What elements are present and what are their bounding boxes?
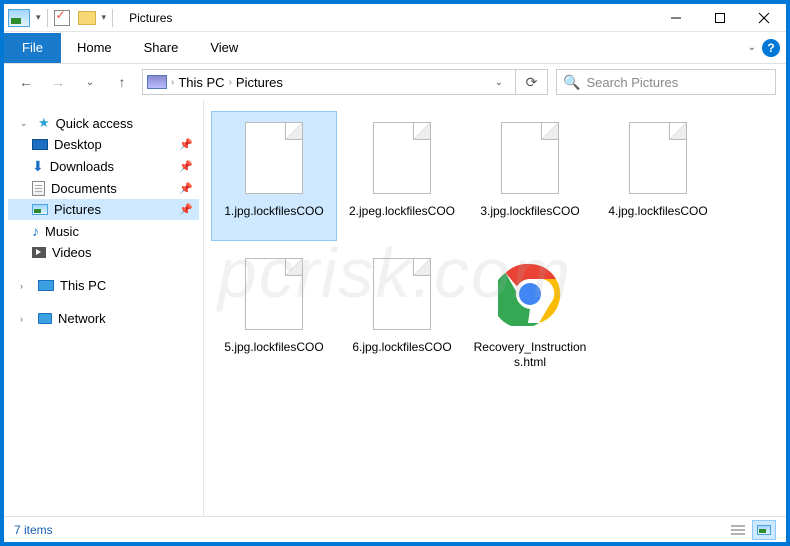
sidebar-item-desktop[interactable]: Desktop📌 bbox=[8, 134, 199, 155]
pin-icon: 📌 bbox=[179, 160, 193, 173]
music-icon: ♪ bbox=[32, 223, 39, 239]
file-item[interactable]: 4.jpg.lockfilesCOO bbox=[596, 112, 720, 240]
sidebar-this-pc[interactable]: › This PC bbox=[8, 275, 199, 296]
crumb-pictures[interactable]: Pictures bbox=[236, 75, 283, 90]
minimize-button[interactable] bbox=[654, 4, 698, 32]
tab-home[interactable]: Home bbox=[61, 32, 128, 64]
blank-file-icon bbox=[623, 118, 693, 198]
chevron-right-icon[interactable]: › bbox=[229, 77, 232, 88]
pin-icon: 📌 bbox=[179, 138, 193, 151]
blank-file-icon bbox=[239, 118, 309, 198]
window-title: Pictures bbox=[129, 11, 172, 25]
search-input[interactable]: 🔍 Search Pictures bbox=[556, 69, 776, 95]
view-details-button[interactable] bbox=[726, 520, 750, 540]
chrome-icon bbox=[495, 254, 565, 334]
qat-dropdown-icon[interactable]: ▾ bbox=[36, 12, 41, 23]
file-name: 5.jpg.lockfilesCOO bbox=[224, 340, 323, 370]
title-bar: ▾ ▾ Pictures bbox=[4, 4, 786, 32]
file-item[interactable]: 3.jpg.lockfilesCOO bbox=[468, 112, 592, 240]
sidebar-item-videos[interactable]: Videos bbox=[8, 242, 199, 263]
search-placeholder: Search Pictures bbox=[586, 75, 678, 90]
network-icon bbox=[38, 313, 52, 324]
maximize-button[interactable] bbox=[698, 4, 742, 32]
tab-view[interactable]: View bbox=[194, 32, 254, 64]
address-bar: ← → ⌄ ↑ › This PC › Pictures ⌄ ⟳ 🔍 Searc… bbox=[4, 64, 786, 100]
expand-icon[interactable]: › bbox=[20, 281, 30, 291]
file-item[interactable]: 6.jpg.lockfilesCOO bbox=[340, 248, 464, 376]
file-item[interactable]: 5.jpg.lockfilesCOO bbox=[212, 248, 336, 376]
view-large-icons-button[interactable] bbox=[752, 520, 776, 540]
file-item[interactable]: 2.jpeg.lockfilesCOO bbox=[340, 112, 464, 240]
file-tab[interactable]: File bbox=[4, 33, 61, 63]
nav-recent-dropdown[interactable]: ⌄ bbox=[78, 70, 102, 94]
nav-back-button[interactable]: ← bbox=[14, 70, 38, 94]
pin-icon: 📌 bbox=[179, 203, 193, 216]
sidebar-item-documents[interactable]: Documents📌 bbox=[8, 178, 199, 199]
star-icon: ★ bbox=[38, 115, 50, 131]
qat-overflow-icon[interactable]: ▾ bbox=[102, 12, 107, 23]
chevron-right-icon[interactable]: › bbox=[171, 77, 174, 88]
sidebar-item-downloads[interactable]: ⬇ Downloads📌 bbox=[8, 155, 199, 178]
crumb-this-pc[interactable]: This PC bbox=[178, 75, 224, 90]
ribbon-collapse-icon[interactable]: ⌄ bbox=[748, 42, 756, 53]
sidebar-quick-access[interactable]: ⌄ ★ Quick access bbox=[8, 112, 199, 134]
pc-icon bbox=[38, 280, 54, 291]
download-icon: ⬇ bbox=[32, 158, 44, 175]
tab-share[interactable]: Share bbox=[128, 32, 195, 64]
status-bar: 7 items bbox=[4, 516, 786, 542]
item-count: 7 items bbox=[14, 523, 53, 537]
blank-file-icon bbox=[367, 118, 437, 198]
document-icon bbox=[32, 181, 45, 196]
file-pane[interactable]: 1.jpg.lockfilesCOO 2.jpeg.lockfilesCOO 3.j… bbox=[204, 100, 786, 516]
sidebar-network[interactable]: › Network bbox=[8, 308, 199, 329]
expand-icon[interactable]: ⌄ bbox=[20, 118, 30, 129]
navigation-pane: ⌄ ★ Quick access Desktop📌 ⬇ Downloads📌 D… bbox=[4, 100, 204, 516]
blank-file-icon bbox=[239, 254, 309, 334]
file-name: 1.jpg.lockfilesCOO bbox=[224, 204, 323, 234]
breadcrumb[interactable]: › This PC › Pictures ⌄ bbox=[142, 69, 516, 95]
file-item[interactable]: 1.jpg.lockfilesCOO bbox=[212, 112, 336, 240]
blank-file-icon bbox=[495, 118, 565, 198]
search-icon: 🔍 bbox=[563, 74, 580, 91]
blank-file-icon bbox=[367, 254, 437, 334]
pictures-icon bbox=[32, 204, 48, 215]
sidebar-item-music[interactable]: ♪ Music bbox=[8, 220, 199, 242]
refresh-button[interactable]: ⟳ bbox=[516, 69, 548, 95]
file-name: 4.jpg.lockfilesCOO bbox=[608, 204, 707, 234]
file-name: 2.jpeg.lockfilesCOO bbox=[349, 204, 455, 234]
pin-icon: 📌 bbox=[179, 182, 193, 195]
location-icon bbox=[147, 75, 167, 89]
desktop-icon bbox=[32, 139, 48, 150]
breadcrumb-dropdown-icon[interactable]: ⌄ bbox=[487, 77, 511, 88]
sidebar-item-pictures[interactable]: Pictures📌 bbox=[8, 199, 199, 220]
ribbon-tabs: File Home Share View ⌄ ? bbox=[4, 32, 786, 64]
help-button[interactable]: ? bbox=[762, 39, 780, 57]
file-name: 3.jpg.lockfilesCOO bbox=[480, 204, 579, 234]
nav-forward-button[interactable]: → bbox=[46, 70, 70, 94]
close-button[interactable] bbox=[742, 4, 786, 32]
expand-icon[interactable]: › bbox=[20, 314, 30, 324]
qat-properties-icon[interactable] bbox=[54, 10, 70, 26]
video-icon bbox=[32, 247, 46, 258]
file-name: Recovery_Instructions.html bbox=[470, 340, 590, 370]
nav-up-button[interactable]: ↑ bbox=[110, 70, 134, 94]
qat-icon[interactable] bbox=[8, 9, 30, 27]
file-item[interactable]: Recovery_Instructions.html bbox=[468, 248, 592, 376]
qat-newfolder-icon[interactable] bbox=[78, 11, 96, 25]
file-name: 6.jpg.lockfilesCOO bbox=[352, 340, 451, 370]
